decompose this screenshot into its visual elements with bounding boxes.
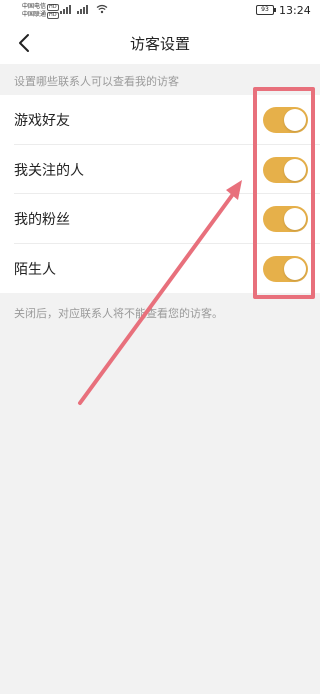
carrier-2: 中国联通 — [22, 11, 47, 18]
status-bar: 中国电信 HD 中国联通 HD 93 13:24 — [0, 0, 320, 22]
clock: 13:24 — [279, 4, 311, 17]
wifi-icon — [96, 4, 108, 14]
carrier-info: 中国电信 HD 中国联通 HD — [22, 3, 59, 19]
toggle-knob — [284, 257, 306, 280]
header: 访客设置 — [0, 22, 320, 64]
following-toggle[interactable] — [263, 156, 308, 183]
fans-toggle[interactable] — [263, 206, 308, 232]
setting-label: 游戏好友 — [14, 113, 70, 129]
hd-badge: HD — [47, 12, 59, 19]
battery-icon: 93 — [256, 5, 276, 15]
setting-row-strangers: 陌生人 — [14, 244, 320, 294]
footer-note: 关闭后，对应联系人将不能查看您的访客。 — [14, 307, 223, 320]
toggle-knob — [284, 109, 306, 131]
hd-badge: HD — [47, 4, 59, 11]
page-title: 访客设置 — [129, 35, 190, 53]
section-hint: 设置哪些联系人可以查看我的访客 — [14, 75, 179, 88]
toggle-knob — [284, 208, 306, 230]
signal-icon — [60, 5, 71, 14]
setting-row-following: 我关注的人 — [14, 145, 320, 194]
setting-label: 我关注的人 — [14, 162, 84, 179]
toggle-knob — [284, 158, 306, 181]
screen: 中国电信 HD 中国联通 HD 93 13:24 访客设置 设置哪些联系人可以查看我… — [0, 0, 320, 694]
game-friends-toggle[interactable] — [263, 107, 308, 133]
setting-label: 我的粉丝 — [14, 212, 70, 228]
settings-list: 游戏好友 我关注的人 我的粉丝 陌生人 — [0, 95, 320, 293]
signal-icon — [77, 5, 88, 14]
carrier-1: 中国电信 — [22, 3, 47, 10]
setting-row-game-friends: 游戏好友 — [14, 95, 320, 145]
setting-row-fans: 我的粉丝 — [14, 194, 320, 244]
setting-label: 陌生人 — [14, 261, 56, 278]
strangers-toggle[interactable] — [263, 255, 308, 282]
